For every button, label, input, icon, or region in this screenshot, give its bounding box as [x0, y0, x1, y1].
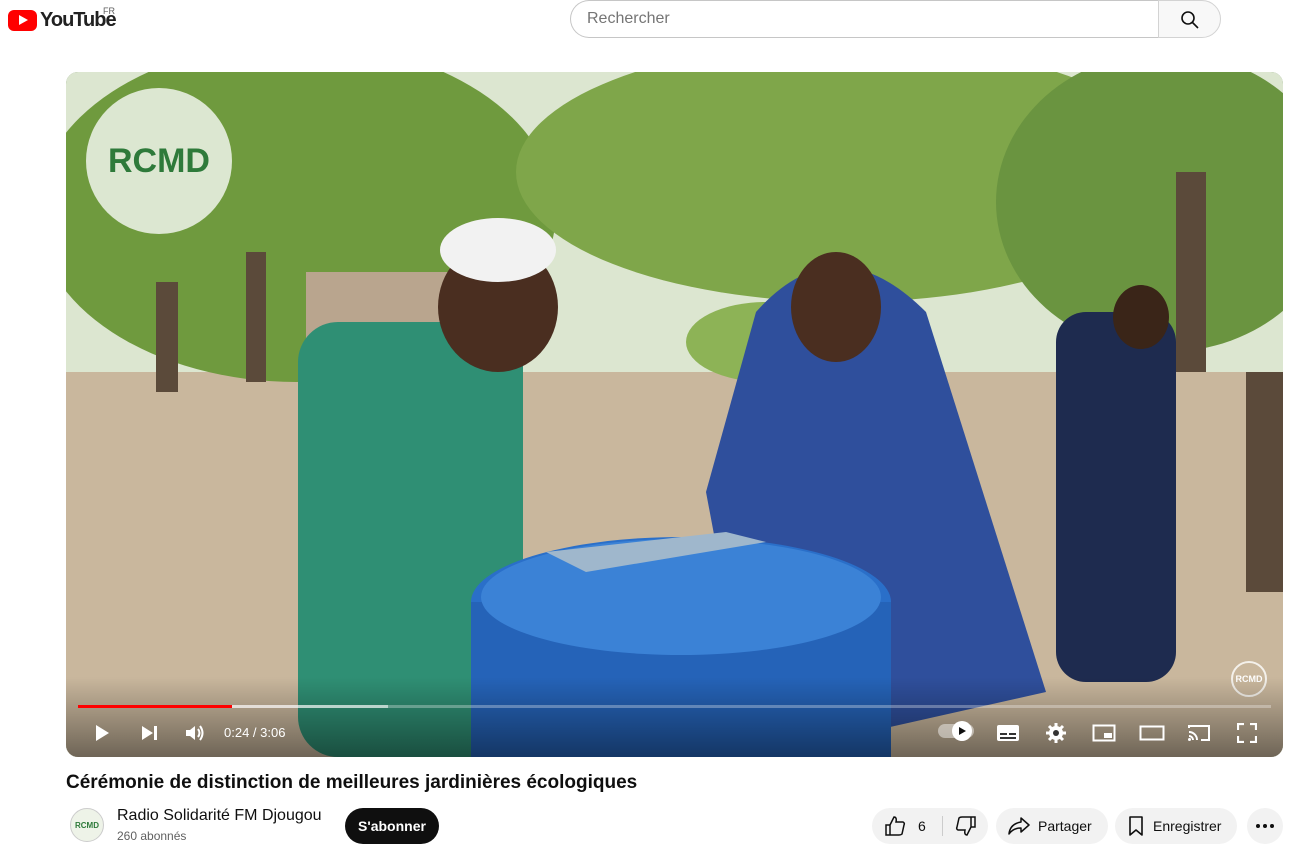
save-button[interactable]: Enregistrer	[1115, 808, 1238, 844]
like-button[interactable]: 6	[872, 808, 942, 844]
search-input[interactable]	[570, 0, 1158, 38]
subscriber-count: 260 abonnés	[117, 829, 187, 843]
share-label: Partager	[1038, 818, 1092, 834]
top-bar: YouTube FR	[0, 0, 1294, 44]
fullscreen-button[interactable]	[1234, 720, 1260, 746]
share-button[interactable]: Partager	[996, 808, 1108, 844]
subtitles-icon	[997, 725, 1019, 741]
fullscreen-icon	[1237, 723, 1257, 743]
video-player[interactable]: RCMD RCMD 0:24 / 3:06	[66, 72, 1283, 757]
search-icon	[1181, 11, 1199, 29]
search-bar	[570, 0, 1221, 40]
next-button[interactable]	[136, 720, 162, 746]
miniplayer-icon	[1092, 724, 1116, 742]
play-icon	[959, 727, 966, 735]
watermark-logo: RCMD	[108, 141, 210, 180]
more-horizontal-icon	[1256, 824, 1274, 828]
progress-played	[78, 705, 232, 708]
channel-name[interactable]: Radio Solidarité FM Djougou	[117, 807, 322, 825]
youtube-play-icon	[8, 10, 37, 31]
bookmark-icon	[1129, 816, 1143, 836]
video-frame	[66, 72, 1283, 757]
country-code: FR	[103, 6, 115, 16]
thumbs-up-icon	[885, 816, 906, 836]
theater-icon	[1139, 725, 1165, 741]
autoplay-toggle[interactable]	[938, 721, 974, 741]
subtitles-button[interactable]	[995, 720, 1021, 746]
volume-button[interactable]	[182, 720, 208, 746]
like-count: 6	[918, 818, 926, 834]
miniplayer-button[interactable]	[1091, 720, 1117, 746]
search-button[interactable]	[1158, 0, 1221, 38]
cast-icon	[1188, 725, 1210, 741]
channel-watermark: RCMD	[86, 88, 232, 234]
save-label: Enregistrer	[1153, 818, 1222, 834]
play-button[interactable]	[88, 720, 114, 746]
volume-icon	[186, 725, 204, 741]
gear-icon	[1046, 723, 1066, 743]
theater-mode-button[interactable]	[1139, 720, 1165, 746]
time-display: 0:24 / 3:06	[224, 725, 286, 740]
progress-bar[interactable]	[78, 705, 1271, 708]
autoplay-knob	[952, 721, 972, 741]
cast-button[interactable]	[1186, 720, 1212, 746]
subscribe-button[interactable]: S'abonner	[345, 808, 439, 844]
dislike-button[interactable]	[943, 808, 988, 844]
video-title: Cérémonie de distinction de meilleures j…	[66, 772, 638, 793]
share-icon	[1008, 817, 1030, 835]
play-icon	[96, 725, 109, 741]
like-dislike-group: 6	[872, 808, 988, 844]
youtube-logo[interactable]: YouTube	[8, 9, 117, 32]
thumbs-down-icon	[955, 816, 976, 836]
next-icon	[142, 726, 157, 740]
more-actions-button[interactable]	[1247, 808, 1283, 844]
settings-button[interactable]	[1043, 720, 1069, 746]
channel-avatar[interactable]: RCMD	[70, 808, 104, 842]
